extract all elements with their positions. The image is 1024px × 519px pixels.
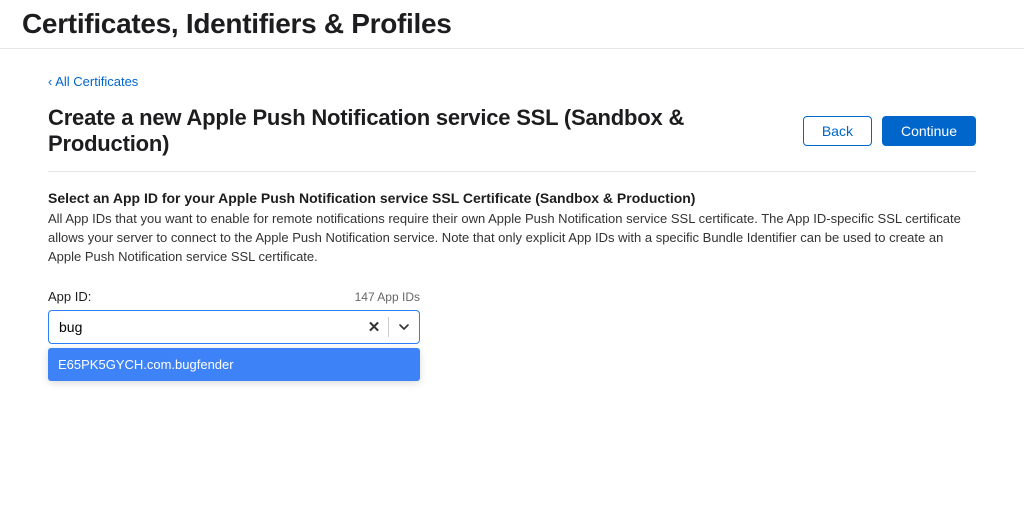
dropdown-option[interactable]: E65PK5GYCH.com.bugfender bbox=[48, 348, 420, 381]
back-button[interactable]: Back bbox=[803, 116, 872, 146]
section-heading: Select an App ID for your Apple Push Not… bbox=[48, 190, 976, 206]
breadcrumb: ‹ All Certificates bbox=[48, 73, 976, 91]
continue-button[interactable]: Continue bbox=[882, 116, 976, 146]
action-buttons: Back Continue bbox=[803, 116, 976, 146]
app-id-label-row: App ID: 147 App IDs bbox=[48, 289, 420, 304]
page-title: Create a new Apple Push Notification ser… bbox=[48, 105, 803, 157]
page-main-title: Certificates, Identifiers & Profiles bbox=[22, 8, 1002, 40]
page-header: Certificates, Identifiers & Profiles bbox=[0, 0, 1024, 49]
dropdown-toggle[interactable] bbox=[389, 321, 419, 333]
chevron-down-icon bbox=[398, 321, 410, 333]
app-id-combobox-wrapper: ✕ E65PK5GYCH.com.bugfender bbox=[48, 310, 420, 344]
content-area: ‹ All Certificates Create a new Apple Pu… bbox=[0, 49, 1024, 344]
section-description: All App IDs that you want to enable for … bbox=[48, 210, 976, 267]
back-to-certificates-link[interactable]: ‹ All Certificates bbox=[48, 74, 138, 89]
app-id-combobox[interactable]: ✕ bbox=[48, 310, 420, 344]
app-id-input[interactable] bbox=[49, 319, 360, 335]
app-id-count: 147 App IDs bbox=[355, 290, 420, 304]
app-id-dropdown: E65PK5GYCH.com.bugfender bbox=[48, 348, 420, 381]
close-icon: ✕ bbox=[368, 318, 381, 336]
title-row: Create a new Apple Push Notification ser… bbox=[48, 105, 976, 172]
clear-button[interactable]: ✕ bbox=[360, 318, 388, 336]
section: Select an App ID for your Apple Push Not… bbox=[48, 190, 976, 344]
app-id-label: App ID: bbox=[48, 289, 91, 304]
